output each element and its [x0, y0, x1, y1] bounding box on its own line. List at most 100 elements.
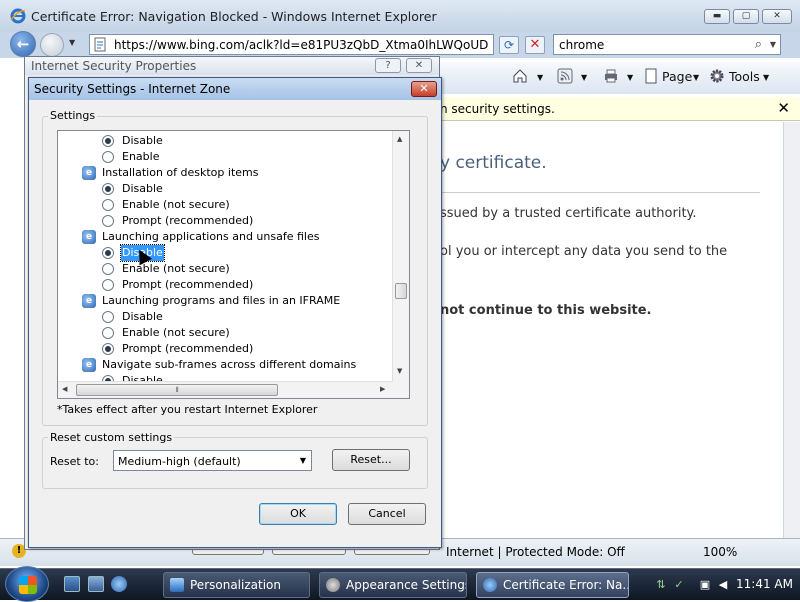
minimize-button[interactable]: ▬ [704, 9, 730, 24]
task-appearance-settings[interactable]: Appearance Settings [319, 572, 467, 598]
show-desktop-icon[interactable] [64, 576, 80, 592]
personalization-icon [170, 578, 184, 592]
radio-unchecked-icon[interactable] [102, 151, 114, 163]
recent-pages-dropdown-icon[interactable]: ▼ [69, 38, 75, 47]
forward-button[interactable] [40, 33, 64, 57]
tree-horizontal-scrollbar[interactable]: ◀ ⦀ ▶ [58, 381, 393, 398]
close-button[interactable]: ✕ [762, 9, 792, 24]
start-button[interactable] [5, 566, 49, 602]
security-zone[interactable]: Internet | Protected Mode: Off [446, 545, 625, 559]
radio-checked-icon[interactable] [102, 135, 114, 147]
tree-scroll-thumb[interactable] [395, 283, 407, 299]
settings-tree[interactable]: Disable Enable e Installation of desktop it… [57, 130, 410, 399]
task-certificate-error[interactable]: Certificate Error: Na... [476, 572, 629, 598]
radio-unchecked-icon[interactable] [102, 215, 114, 227]
option-label[interactable]: Prompt (recommended) [121, 341, 254, 357]
tools-dropdown-icon[interactable]: ▼ [763, 73, 769, 82]
reset-button[interactable]: Reset... [332, 449, 410, 471]
radio-checked-icon[interactable] [102, 183, 114, 195]
cancel-button[interactable]: Cancel [348, 503, 426, 525]
scroll-right-icon[interactable]: ▶ [380, 385, 385, 393]
help-button[interactable]: ? [375, 58, 401, 73]
option-label[interactable]: Prompt (recommended) [121, 277, 254, 293]
print-dropdown-icon[interactable]: ▼ [627, 73, 633, 82]
radio-checked-icon[interactable] [102, 247, 114, 259]
back-button[interactable]: ← [10, 31, 36, 57]
option-label[interactable]: Disable [121, 181, 164, 197]
page-menu-icon[interactable] [643, 68, 659, 84]
cert-error-recommendation: not continue to this website. [440, 303, 652, 318]
content-divider [440, 192, 760, 193]
search-input[interactable]: chrome [559, 38, 604, 52]
address-url[interactable]: https://www.bing.com/aclk?ld=e81PU3zQbD_… [114, 38, 488, 52]
ie-setting-icon: e [82, 166, 96, 180]
zoom-level[interactable]: 100% [703, 545, 737, 559]
radio-checked-icon[interactable] [102, 343, 114, 355]
cert-error-line-1: ssued by a trusted certificate authority… [440, 206, 697, 221]
reset-to-label: Reset to: [50, 455, 99, 468]
radio-unchecked-icon[interactable] [102, 199, 114, 211]
refresh-icon[interactable]: ⟳ [499, 36, 519, 54]
page-content [440, 122, 785, 538]
option-label[interactable]: Disable [121, 373, 164, 381]
category-label: Launching programs and files in an IFRAM… [102, 294, 341, 307]
windows-logo-icon [19, 576, 37, 594]
address-bar[interactable]: https://www.bing.com/aclk?ld=e81PU3zQbD_… [89, 34, 494, 55]
infobar-close-icon[interactable]: ✕ [777, 99, 790, 117]
radio-unchecked-icon[interactable] [102, 263, 114, 275]
ie-setting-icon: e [82, 230, 96, 244]
page-icon [94, 37, 106, 52]
isp-title-text: Internet Security Properties [31, 59, 197, 73]
feeds-dropdown-icon[interactable]: ▼ [581, 73, 587, 82]
reset-level-value[interactable]: Medium-high (default) [118, 455, 241, 468]
tools-menu-label[interactable]: Tools [729, 69, 760, 84]
task-personalization[interactable]: Personalization [163, 572, 310, 598]
option-label[interactable]: Enable (not secure) [121, 261, 231, 277]
ie-quicklaunch-icon[interactable] [111, 576, 127, 592]
option-label[interactable]: Enable (not secure) [121, 197, 231, 213]
scroll-down-icon[interactable]: ▼ [397, 367, 402, 375]
home-dropdown-icon[interactable]: ▼ [537, 73, 543, 82]
option-label[interactable]: Disable [121, 309, 164, 325]
radio-unchecked-icon[interactable] [102, 279, 114, 291]
information-bar[interactable]: n security settings. ✕ [440, 97, 800, 121]
radio-unchecked-icon[interactable] [102, 327, 114, 339]
stop-icon[interactable]: ✕ [525, 36, 545, 54]
option-label[interactable]: Enable [121, 149, 160, 165]
search-box[interactable]: chrome ⌕ ▼ [553, 34, 781, 55]
reset-level-select[interactable]: Medium-high (default) ▼ [113, 450, 312, 471]
switch-windows-icon[interactable] [88, 576, 104, 592]
clock[interactable]: 11:41 AM [736, 577, 793, 591]
page-scrollbar[interactable] [783, 122, 800, 538]
maximize-button[interactable]: ▢ [733, 9, 759, 24]
option-label[interactable]: Disable [121, 133, 164, 149]
infobar-text[interactable]: n security settings. [440, 102, 555, 116]
network-icon[interactable]: ⇅ [654, 578, 668, 592]
tree-vertical-scrollbar[interactable]: ▲ ▼ [392, 131, 409, 381]
category-label: Installation of desktop items [102, 166, 259, 179]
scroll-left-icon[interactable]: ◀ [62, 385, 67, 393]
chevron-down-icon[interactable]: ▼ [300, 456, 306, 465]
dialog-close-button[interactable]: ✕ [411, 81, 437, 97]
page-dropdown-icon[interactable]: ▼ [693, 73, 699, 82]
search-icon[interactable]: ⌕ [755, 37, 762, 52]
search-options-icon[interactable]: ▼ [770, 40, 776, 49]
feeds-icon[interactable] [557, 68, 573, 84]
volume-icon[interactable]: ◀ [716, 578, 730, 592]
page-menu-label[interactable]: Page [662, 69, 692, 84]
dialog-title-text: Security Settings - Internet Zone [34, 82, 231, 96]
isp-close-button[interactable]: ✕ [406, 58, 432, 73]
category-label: Navigate sub-frames across different dom… [102, 358, 357, 371]
gear-icon[interactable] [709, 68, 725, 84]
home-icon[interactable] [512, 68, 528, 84]
print-icon[interactable] [603, 68, 619, 84]
option-label[interactable]: Enable (not secure) [121, 325, 231, 341]
tree-hscroll-thumb[interactable]: ⦀ [76, 384, 278, 396]
scroll-corner [393, 381, 409, 398]
scroll-up-icon[interactable]: ▲ [397, 135, 402, 143]
security-icon[interactable]: ✓ [672, 578, 686, 592]
connection-icon[interactable]: ▣ [698, 578, 712, 592]
ok-button[interactable]: OK [259, 503, 337, 525]
radio-unchecked-icon[interactable] [102, 311, 114, 323]
option-label[interactable]: Prompt (recommended) [121, 213, 254, 229]
